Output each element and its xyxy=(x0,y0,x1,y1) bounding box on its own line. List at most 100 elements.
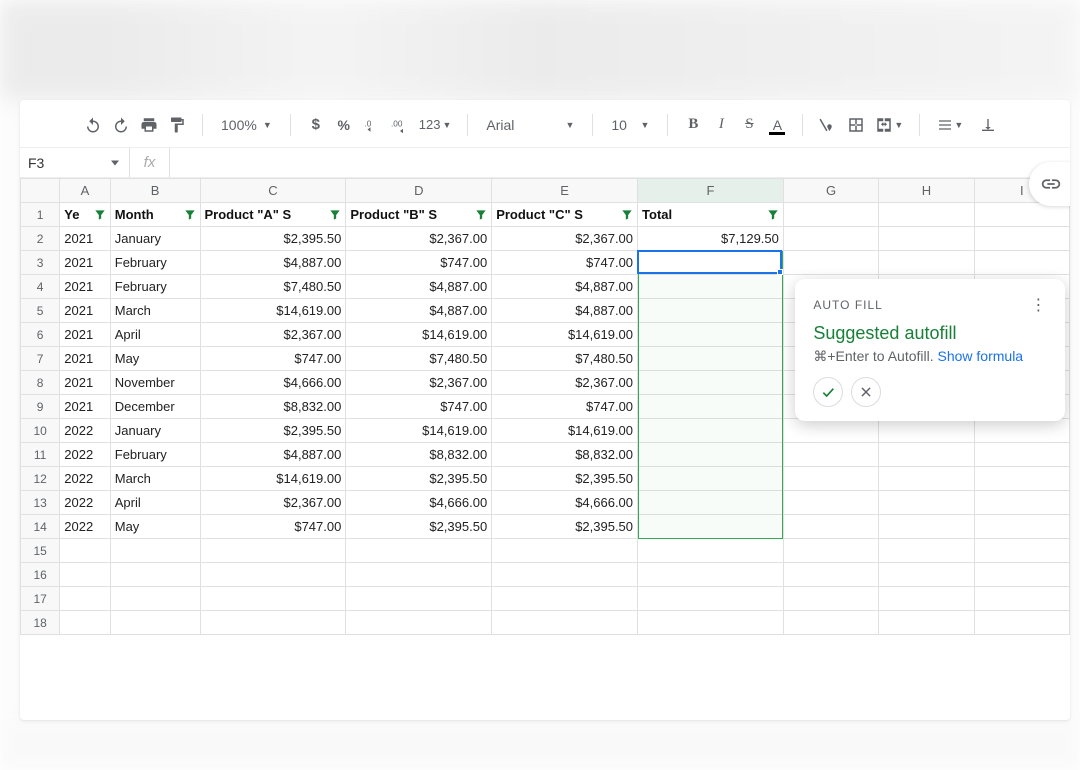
cell-A8[interactable]: 2021 xyxy=(60,371,110,395)
cell-A6[interactable]: 2021 xyxy=(60,323,110,347)
strikethrough-button[interactable]: S xyxy=(736,112,762,138)
cell-D8[interactable]: $2,367.00 xyxy=(346,371,492,395)
cell-H12[interactable] xyxy=(879,467,974,491)
row-header-15[interactable]: 15 xyxy=(21,539,60,563)
cell-I13[interactable] xyxy=(974,491,1069,515)
row-header-10[interactable]: 10 xyxy=(21,419,60,443)
cell-E2[interactable]: $2,367.00 xyxy=(492,227,638,251)
cell-A9[interactable]: 2021 xyxy=(60,395,110,419)
filter-icon[interactable] xyxy=(183,208,197,222)
text-color-button[interactable]: A xyxy=(764,112,790,138)
cell-E12[interactable]: $2,395.50 xyxy=(492,467,638,491)
fill-color-button[interactable] xyxy=(815,112,841,138)
row-header-5[interactable]: 5 xyxy=(21,299,60,323)
filter-icon[interactable] xyxy=(766,208,780,222)
cell-H11[interactable] xyxy=(879,443,974,467)
row-header-13[interactable]: 13 xyxy=(21,491,60,515)
cell-D13[interactable]: $4,666.00 xyxy=(346,491,492,515)
currency-button[interactable]: $ xyxy=(303,112,329,138)
cell-F3[interactable] xyxy=(638,251,784,275)
cell-F7[interactable] xyxy=(638,347,784,371)
cell-I2[interactable] xyxy=(974,227,1069,251)
cell-B5[interactable]: March xyxy=(110,299,200,323)
cell-A11[interactable]: 2022 xyxy=(60,443,110,467)
cell-B13[interactable]: April xyxy=(110,491,200,515)
print-button[interactable] xyxy=(136,112,162,138)
cell-E10[interactable]: $14,619.00 xyxy=(492,419,638,443)
spreadsheet-grid[interactable]: ABCDEFGHI 1YeMonthProduct "A" SProduct "… xyxy=(20,178,1070,635)
italic-button[interactable]: I xyxy=(708,112,734,138)
filter-icon[interactable] xyxy=(328,208,342,222)
filter-icon[interactable] xyxy=(620,208,634,222)
cell-A5[interactable]: 2021 xyxy=(60,299,110,323)
cell-E7[interactable]: $7,480.50 xyxy=(492,347,638,371)
cell-C2[interactable]: $2,395.50 xyxy=(200,227,346,251)
autofill-reject-button[interactable] xyxy=(851,377,881,407)
cell-B2[interactable]: January xyxy=(110,227,200,251)
increase-decimal-button[interactable]: .00 xyxy=(387,112,413,138)
row-header-17[interactable]: 17 xyxy=(21,587,60,611)
bold-button[interactable]: B xyxy=(680,112,706,138)
cell-C14[interactable]: $747.00 xyxy=(200,515,346,539)
cell-G13[interactable] xyxy=(783,491,878,515)
autofill-accept-button[interactable] xyxy=(813,377,843,407)
more-formats-button[interactable]: 123▼ xyxy=(415,112,456,138)
cell-I12[interactable] xyxy=(974,467,1069,491)
row-header-8[interactable]: 8 xyxy=(21,371,60,395)
cell-I10[interactable] xyxy=(974,419,1069,443)
vertical-align-button[interactable] xyxy=(970,112,1006,138)
col-header-A[interactable]: A xyxy=(60,179,110,203)
cell-H1[interactable] xyxy=(879,203,974,227)
font-size-select[interactable]: 10▼ xyxy=(605,115,655,135)
cell-B9[interactable]: December xyxy=(110,395,200,419)
cell-C3[interactable]: $4,887.00 xyxy=(200,251,346,275)
row-header-9[interactable]: 9 xyxy=(21,395,60,419)
cell-C13[interactable]: $2,367.00 xyxy=(200,491,346,515)
autofill-more-icon[interactable]: ⋮ xyxy=(1030,295,1047,315)
cell-F2[interactable]: $7,129.50 xyxy=(638,227,784,251)
filter-icon[interactable] xyxy=(474,208,488,222)
cell-B14[interactable]: May xyxy=(110,515,200,539)
cell-D2[interactable]: $2,367.00 xyxy=(346,227,492,251)
cell-D9[interactable]: $747.00 xyxy=(346,395,492,419)
cell-H3[interactable] xyxy=(879,251,974,275)
col-header-C[interactable]: C xyxy=(200,179,346,203)
cell-F14[interactable] xyxy=(638,515,784,539)
cell-C12[interactable]: $14,619.00 xyxy=(200,467,346,491)
cell-B3[interactable]: February xyxy=(110,251,200,275)
cell-G1[interactable] xyxy=(783,203,878,227)
cell-D4[interactable]: $4,887.00 xyxy=(346,275,492,299)
cell-H2[interactable] xyxy=(879,227,974,251)
percent-button[interactable]: % xyxy=(331,112,357,138)
row-header-16[interactable]: 16 xyxy=(21,563,60,587)
row-header-2[interactable]: 2 xyxy=(21,227,60,251)
cell-C7[interactable]: $747.00 xyxy=(200,347,346,371)
cell-G12[interactable] xyxy=(783,467,878,491)
cell-D7[interactable]: $7,480.50 xyxy=(346,347,492,371)
filter-icon[interactable] xyxy=(93,208,107,222)
cell-B1[interactable]: Month xyxy=(110,203,200,227)
cell-F8[interactable] xyxy=(638,371,784,395)
cell-F9[interactable] xyxy=(638,395,784,419)
cell-H13[interactable] xyxy=(879,491,974,515)
font-select[interactable]: Arial▼ xyxy=(480,115,580,135)
decrease-decimal-button[interactable]: .0 xyxy=(359,112,385,138)
cell-G11[interactable] xyxy=(783,443,878,467)
cell-B4[interactable]: February xyxy=(110,275,200,299)
row-header-18[interactable]: 18 xyxy=(21,611,60,635)
cell-A3[interactable]: 2021 xyxy=(60,251,110,275)
cell-F13[interactable] xyxy=(638,491,784,515)
cell-C11[interactable]: $4,887.00 xyxy=(200,443,346,467)
cell-A12[interactable]: 2022 xyxy=(60,467,110,491)
cell-B11[interactable]: February xyxy=(110,443,200,467)
cell-I3[interactable] xyxy=(974,251,1069,275)
cell-G2[interactable] xyxy=(783,227,878,251)
merge-cells-button[interactable]: ▼ xyxy=(871,112,907,138)
cell-F6[interactable] xyxy=(638,323,784,347)
cell-H14[interactable] xyxy=(879,515,974,539)
row-header-6[interactable]: 6 xyxy=(21,323,60,347)
select-all-corner[interactable] xyxy=(21,179,60,203)
cell-D12[interactable]: $2,395.50 xyxy=(346,467,492,491)
cell-D1[interactable]: Product "B" S xyxy=(346,203,492,227)
horizontal-align-button[interactable]: ▼ xyxy=(932,112,968,138)
